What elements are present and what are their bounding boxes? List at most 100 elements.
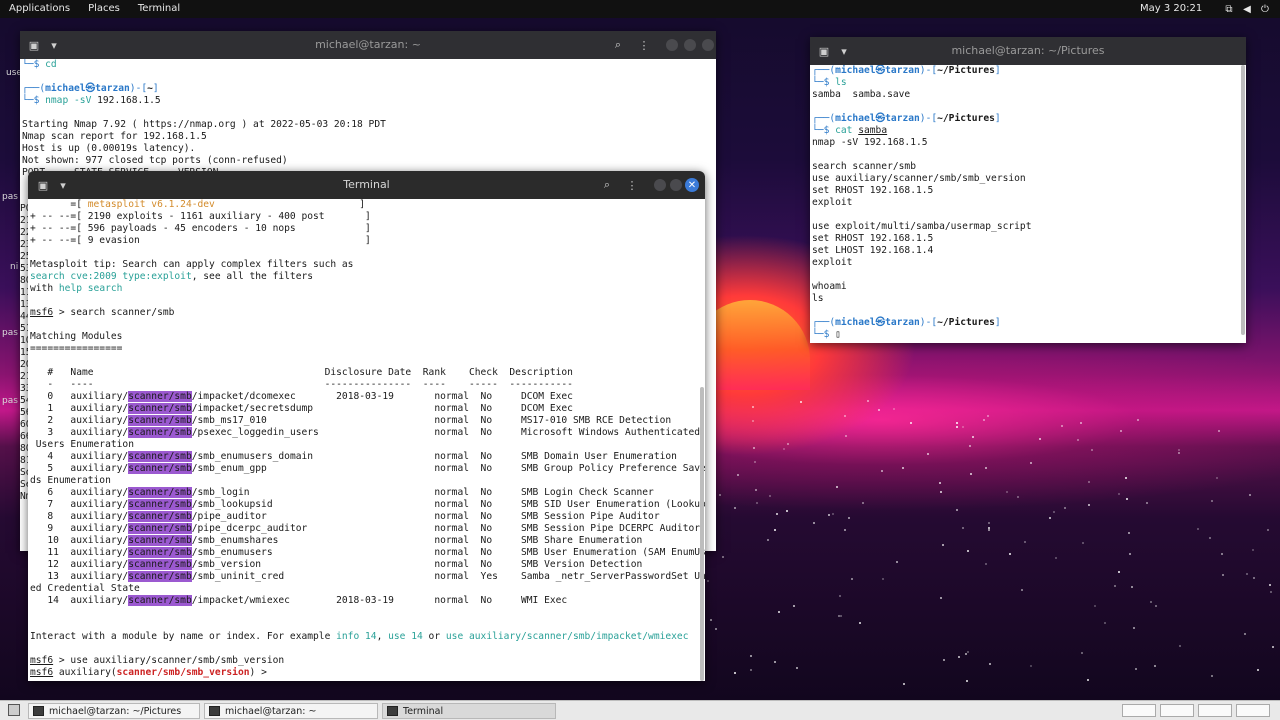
desktop-label[interactable]: pas [2, 192, 18, 202]
wallpaper-sparkle [909, 422, 912, 425]
wallpaper-sparkle [1269, 591, 1272, 594]
minimize-icon[interactable] [654, 179, 666, 191]
power-icon[interactable]: ⏻ [1258, 2, 1272, 16]
close-icon[interactable] [702, 39, 714, 51]
menu-icon[interactable]: ⋮ [636, 37, 652, 53]
menu-icon[interactable]: ⋮ [624, 177, 640, 193]
workspace-switcher-2[interactable] [1160, 704, 1194, 717]
terminal-text: michael㉿tarzan [835, 113, 920, 124]
maximize-icon[interactable] [670, 179, 682, 191]
terminal-text: /impacket/dcomexec 2018-03-19 normal No … [191, 391, 573, 402]
terminal-line: 13 auxiliary/scanner/smb/smb_uninit_cred… [30, 571, 705, 583]
network-icon[interactable]: ⧉ [1222, 2, 1236, 16]
close-icon[interactable]: ✕ [685, 178, 699, 192]
terminal-app-menu[interactable]: Terminal [129, 0, 189, 18]
terminal-text: use exploit/multi/samba/usermap_script [812, 221, 1032, 232]
desktop-label[interactable]: ni [10, 262, 18, 272]
wallpaper-sparkle [961, 527, 964, 530]
workspace-switcher-4[interactable] [1236, 704, 1270, 717]
search-icon[interactable]: ⌕ [599, 177, 615, 193]
terminal-icon [387, 706, 398, 716]
terminal-text: ] [994, 317, 1001, 328]
taskbar-item-terminal[interactable]: Terminal [382, 703, 556, 719]
terminal-line: ┌──(michael㉿tarzan)-[~/Pictures] [812, 113, 1246, 125]
wallpaper-sparkle [1077, 439, 1080, 442]
terminal-output[interactable]: ┌──(michael㉿tarzan)-[~/Pictures] └─$ ls sa… [810, 65, 1246, 343]
wallpaper-sparkle [1131, 585, 1133, 588]
terminal-window-msfconsole[interactable]: ▣ ▾ Terminal ⌕ ⋮ ✕ =[ metasploit v6.1.24… [28, 171, 705, 681]
dropdown-icon[interactable]: ▾ [46, 37, 62, 53]
scrollbar[interactable] [1241, 65, 1245, 335]
wallpaper-sparkle [773, 660, 776, 663]
terminal-line: └─$ cd [22, 59, 716, 71]
terminal-text: ds Enumeration [30, 475, 111, 486]
window-titlebar[interactable]: ▣ ▾ michael@tarzan: ~/Pictures [810, 37, 1246, 65]
wallpaper-sparkle [1104, 622, 1107, 625]
minimize-icon[interactable] [666, 39, 678, 51]
terminal-window-pictures[interactable]: ▣ ▾ michael@tarzan: ~/Pictures ┌──(micha… [810, 37, 1246, 343]
terminal-text: └─ [812, 125, 824, 136]
scrollbar[interactable] [700, 387, 704, 681]
terminal-text: $ [33, 59, 46, 70]
workspace-switcher-3[interactable] [1198, 704, 1232, 717]
terminal-text: 1 auxiliary/ [30, 403, 129, 414]
terminal-line: └─$ cat samba [812, 125, 1246, 137]
desktop-label[interactable]: pas [2, 396, 18, 406]
places-menu[interactable]: Places [79, 0, 129, 18]
window-titlebar[interactable]: ▣ ▾ michael@tarzan: ~ ⌕ ⋮ [20, 31, 716, 59]
terminal-text: scanner/smb [128, 571, 192, 582]
maximize-icon[interactable] [684, 39, 696, 51]
applications-menu[interactable]: Applications [0, 0, 79, 18]
terminal-text: =[ [30, 199, 88, 210]
terminal-line: set RHOST 192.168.1.5 [812, 233, 1246, 245]
wallpaper-sparkle [986, 415, 989, 418]
wallpaper-sparkle [866, 400, 869, 402]
wallpaper-sparkle [734, 507, 737, 510]
terminal-icon[interactable]: ▣ [816, 43, 832, 59]
window-titlebar[interactable]: ▣ ▾ Terminal ⌕ ⋮ ✕ [28, 171, 705, 199]
wallpaper-sparkle [955, 509, 958, 512]
wallpaper-sparkle [1093, 605, 1096, 608]
dropdown-icon[interactable]: ▾ [836, 43, 852, 59]
wallpaper-sparkle [1048, 516, 1051, 519]
terminal-text: + -- --=[ 596 payloads - 45 encoders - 1… [30, 223, 371, 234]
terminal-text: Users Enumeration [30, 439, 134, 450]
wallpaper-sparkle [721, 555, 724, 558]
terminal-line: with help search [30, 283, 705, 295]
desktop-label[interactable]: pas [2, 328, 18, 338]
wallpaper-sparkle [1128, 552, 1131, 555]
terminal-line: nmap -sV 192.168.1.5 [812, 137, 1246, 149]
terminal-text: └─ [812, 77, 824, 88]
terminal-text: > search scanner/smb [53, 307, 175, 318]
taskbar-item-pictures[interactable]: michael@tarzan: ~/Pictures [28, 703, 200, 719]
wallpaper-sparkle [1079, 422, 1082, 425]
terminal-text: set RHOST 192.168.1.5 [812, 185, 934, 196]
terminal-text: Starting Nmap 7.92 ( https://nmap.org ) … [22, 119, 386, 130]
terminal-line: + -- --=[ 9 evasion ] [30, 235, 705, 247]
search-icon[interactable]: ⌕ [610, 37, 626, 53]
terminal-text: ┌──( [812, 317, 836, 328]
taskbar-item-home[interactable]: michael@tarzan: ~ [204, 703, 378, 719]
wallpaper-sparkle [1244, 632, 1247, 635]
wallpaper-sparkle [926, 453, 929, 456]
wallpaper-sparkle [1016, 495, 1019, 498]
wallpaper-sparkle [1005, 491, 1008, 494]
terminal-text: )-[ [919, 65, 938, 76]
terminal-output[interactable]: =[ metasploit v6.1.24-dev ] + -- --=[ 219… [28, 199, 705, 681]
workspace-switcher-1[interactable] [1122, 704, 1156, 717]
terminal-icon[interactable]: ▣ [35, 177, 51, 193]
terminal-text: cat [835, 125, 859, 136]
show-desktop-icon[interactable] [8, 704, 20, 716]
terminal-line: 4 auxiliary/scanner/smb/smb_enumusers_do… [30, 451, 705, 463]
sound-icon[interactable]: ◀ [1240, 2, 1254, 16]
terminal-text: search scanner/smb [812, 161, 916, 172]
wallpaper-sparkle [782, 447, 785, 450]
wallpaper-sparkle [1178, 644, 1181, 647]
terminal-icon[interactable]: ▣ [26, 37, 42, 53]
wallpaper-sparkle [755, 488, 758, 491]
dropdown-icon[interactable]: ▾ [55, 177, 71, 193]
clock[interactable]: May 3 20:21 [1140, 0, 1202, 18]
